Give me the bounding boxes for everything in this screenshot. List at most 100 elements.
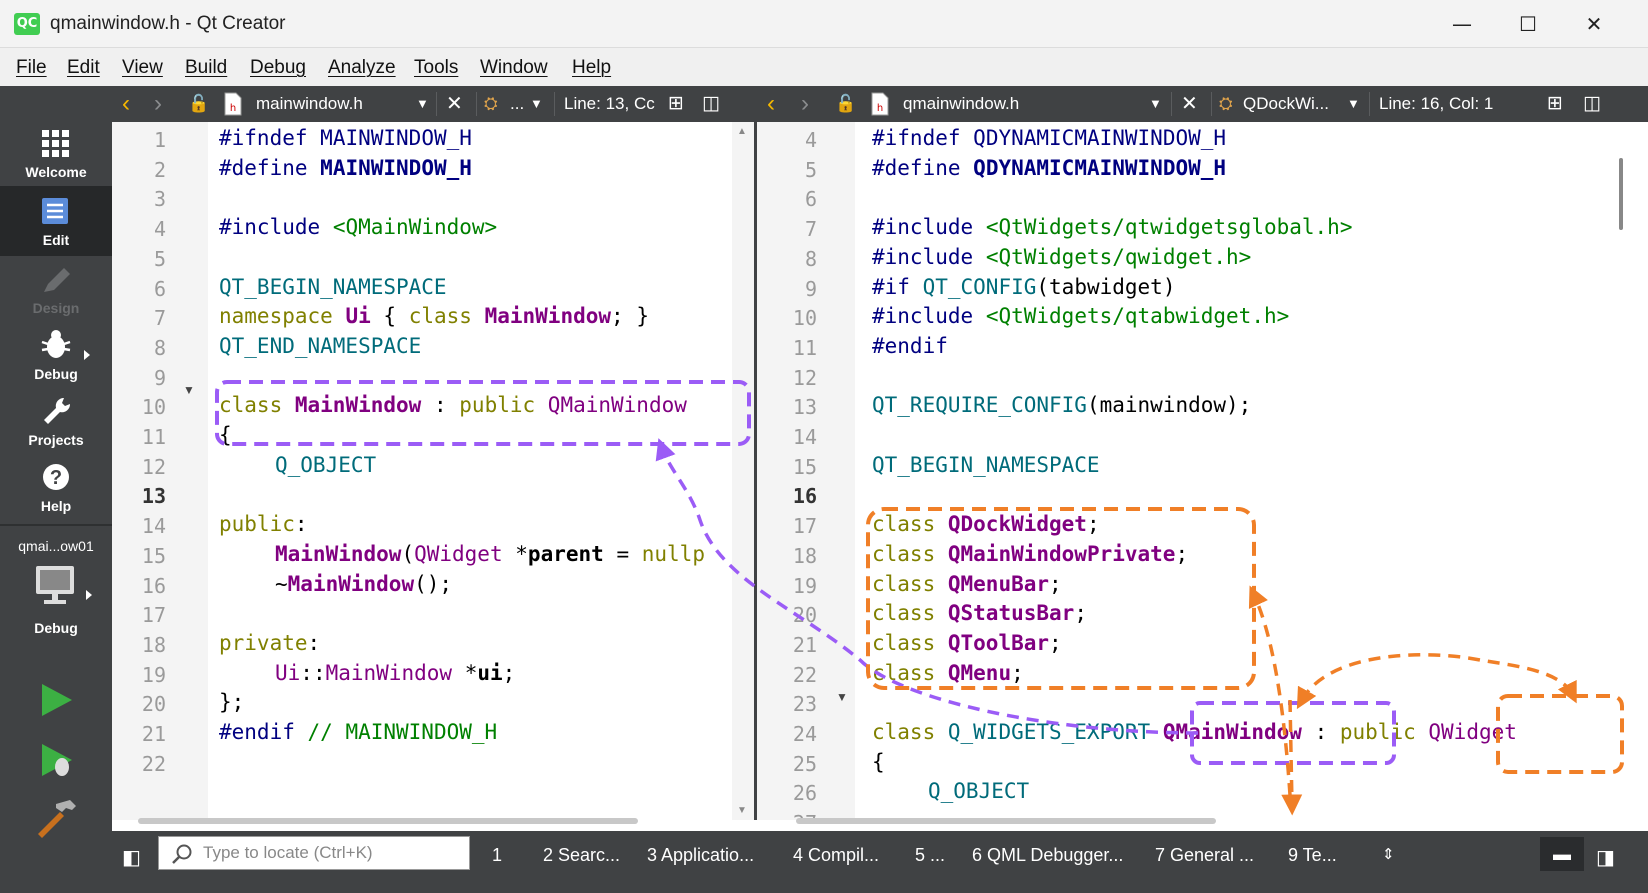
code-line: Q_OBJECT xyxy=(275,453,376,477)
mode-help[interactable]: ? Help xyxy=(0,452,112,522)
menu-help[interactable]: Help xyxy=(572,57,611,79)
code-line: #if QT_CONFIG(tabwidget) xyxy=(872,275,1175,299)
pane-tab-5[interactable]: 5 ... xyxy=(915,845,945,866)
menu-analyze[interactable]: Analyze xyxy=(328,57,396,79)
kit-name[interactable]: qmai...ow01 xyxy=(0,538,112,554)
code-token: (mainwindow); xyxy=(1086,393,1252,418)
file-dropdown-chevron-icon[interactable]: ▼ xyxy=(416,86,429,122)
pane-tab-compile[interactable]: 4 Compil... xyxy=(793,845,879,866)
forward-arrow-icon[interactable]: › xyxy=(154,86,162,122)
code-token: #include xyxy=(872,215,974,240)
run-icon[interactable] xyxy=(0,680,112,720)
line-number: 9 xyxy=(804,276,817,301)
close-window-button[interactable]: ✕ xyxy=(1562,8,1626,40)
left-file-name[interactable]: mainwindow.h xyxy=(256,86,363,122)
mode-projects[interactable]: Projects xyxy=(0,386,112,456)
pane-tab-application[interactable]: 3 Applicatio... xyxy=(647,845,754,866)
locator-input[interactable] xyxy=(203,842,463,864)
code-token: public xyxy=(1339,720,1416,744)
pane-tab-1[interactable]: 1 xyxy=(492,845,502,866)
pane-tab-general[interactable]: 7 General ... xyxy=(1155,845,1254,866)
progress-toggle-icon[interactable]: ▬ xyxy=(1540,837,1584,871)
line-number: 9 xyxy=(153,365,166,390)
line-number: 11 xyxy=(141,425,166,449)
split-icon[interactable]: ⊞ xyxy=(668,86,684,122)
separator xyxy=(1211,92,1212,116)
right-code-editor[interactable]: ▼ 4 5 6 7 8 9 10 11 12 13 14 15 16 17 18 19 20 21 22 23 24 25… xyxy=(757,122,1648,820)
pane-scroll-arrows-icon[interactable]: ⇕ xyxy=(1382,845,1395,863)
code-token: public xyxy=(219,512,295,537)
menu-edit[interactable]: Edit xyxy=(67,57,100,79)
close-document-icon[interactable]: ✕ xyxy=(446,86,463,122)
right-horizontal-scrollbar[interactable] xyxy=(796,818,1216,824)
file-dropdown-chevron-icon[interactable]: ▼ xyxy=(1149,86,1162,122)
left-code-editor[interactable]: ▼ 1 2 3 4 5 6 7 8 9 10 11 12 13 14 15 16 17 18 19 20 21 22 #if… xyxy=(112,122,754,820)
left-cursor-position[interactable]: Line: 13, Cc xyxy=(564,86,660,122)
mode-edit[interactable]: Edit xyxy=(0,186,112,256)
right-symbol-name[interactable]: QDockWi... xyxy=(1243,86,1329,122)
menu-build[interactable]: Build xyxy=(185,57,227,79)
forward-arrow-icon[interactable]: › xyxy=(801,86,809,122)
symbol-dropdown-chevron-icon[interactable]: ▼ xyxy=(530,86,543,122)
vertical-scrollbar-thumb[interactable] xyxy=(1619,158,1623,230)
symbol-dropdown-chevron-icon[interactable]: ▼ xyxy=(1347,86,1360,122)
document-icon xyxy=(42,198,68,224)
minimize-button[interactable]: — xyxy=(1430,8,1494,40)
menu-file[interactable]: File xyxy=(16,57,47,79)
vertical-scrollbar[interactable]: ▲ ▼ xyxy=(732,122,754,820)
code-token: * xyxy=(515,541,528,566)
toggle-right-sidebar-icon[interactable]: ◨ xyxy=(1596,845,1615,870)
pane-tab-search[interactable]: 2 Searc... xyxy=(543,845,620,866)
code-token: = xyxy=(616,541,630,566)
split-icon[interactable]: ⊞ xyxy=(1547,86,1563,122)
build-hammer-icon[interactable] xyxy=(0,798,112,838)
close-split-icon[interactable]: ◫ xyxy=(702,86,720,122)
wrench-icon xyxy=(44,397,71,424)
line-number: 22 xyxy=(141,751,166,776)
code-line: #include <QtWidgets/qtabwidget.h> xyxy=(872,304,1289,328)
code-token: QMainWindowPrivate xyxy=(947,541,1176,566)
mode-projects-label: Projects xyxy=(28,432,84,448)
pane-tab-tests[interactable]: 9 Te... xyxy=(1288,845,1337,866)
line-number: 17 xyxy=(792,514,817,539)
monitor-icon[interactable] xyxy=(0,562,112,612)
menu-tools[interactable]: Tools xyxy=(414,57,458,79)
code-token: QDockWidget xyxy=(947,512,1087,537)
code-line: #ifndef MAINWINDOW_H xyxy=(219,126,472,150)
code-line: class QMainWindowPrivate; xyxy=(872,542,1188,566)
file-h-icon: h xyxy=(871,86,889,122)
code-token: { xyxy=(872,749,885,774)
locator-field[interactable] xyxy=(158,836,470,870)
code-token: #include xyxy=(872,304,974,329)
code-line: QT_REQUIRE_CONFIG(mainwindow); xyxy=(872,393,1251,417)
lock-icon[interactable]: 🔓 xyxy=(835,86,856,122)
right-file-name[interactable]: qmainwindow.h xyxy=(903,86,1019,122)
back-arrow-icon[interactable]: ‹ xyxy=(122,86,130,122)
mode-welcome[interactable]: Welcome xyxy=(0,118,112,188)
lock-icon[interactable]: 🔓 xyxy=(188,86,209,122)
code-token: (tabwidget) xyxy=(1036,274,1176,299)
code-line: QT_BEGIN_NAMESPACE xyxy=(219,275,447,299)
back-arrow-icon[interactable]: ‹ xyxy=(767,86,775,122)
right-cursor-position[interactable]: Line: 16, Col: 1 xyxy=(1379,86,1493,122)
maximize-button[interactable]: ☐ xyxy=(1496,8,1560,40)
code-token: MainWindow xyxy=(294,393,422,418)
left-horizontal-scrollbar[interactable] xyxy=(138,818,638,824)
code-line: public: xyxy=(219,512,308,536)
line-number: 6 xyxy=(804,187,817,212)
code-token: MainWindow xyxy=(484,304,612,329)
mode-design[interactable]: Design xyxy=(0,254,112,324)
debug-run-icon[interactable] xyxy=(0,740,112,780)
close-split-icon[interactable]: ◫ xyxy=(1583,86,1601,122)
code-token: ~ xyxy=(275,571,288,596)
menu-window[interactable]: Window xyxy=(480,57,548,79)
menu-view[interactable]: View xyxy=(122,57,163,79)
pane-tab-qml-debugger[interactable]: 6 QML Debugger... xyxy=(972,845,1123,866)
close-document-icon[interactable]: ✕ xyxy=(1181,86,1198,122)
left-symbol-name[interactable]: ... xyxy=(510,86,524,122)
menu-debug[interactable]: Debug xyxy=(250,57,306,79)
code-token: #include xyxy=(872,244,974,269)
toggle-sidebar-icon[interactable]: ◧ xyxy=(122,845,141,870)
mode-debug[interactable]: Debug xyxy=(0,320,112,390)
code-token: : xyxy=(307,630,321,655)
